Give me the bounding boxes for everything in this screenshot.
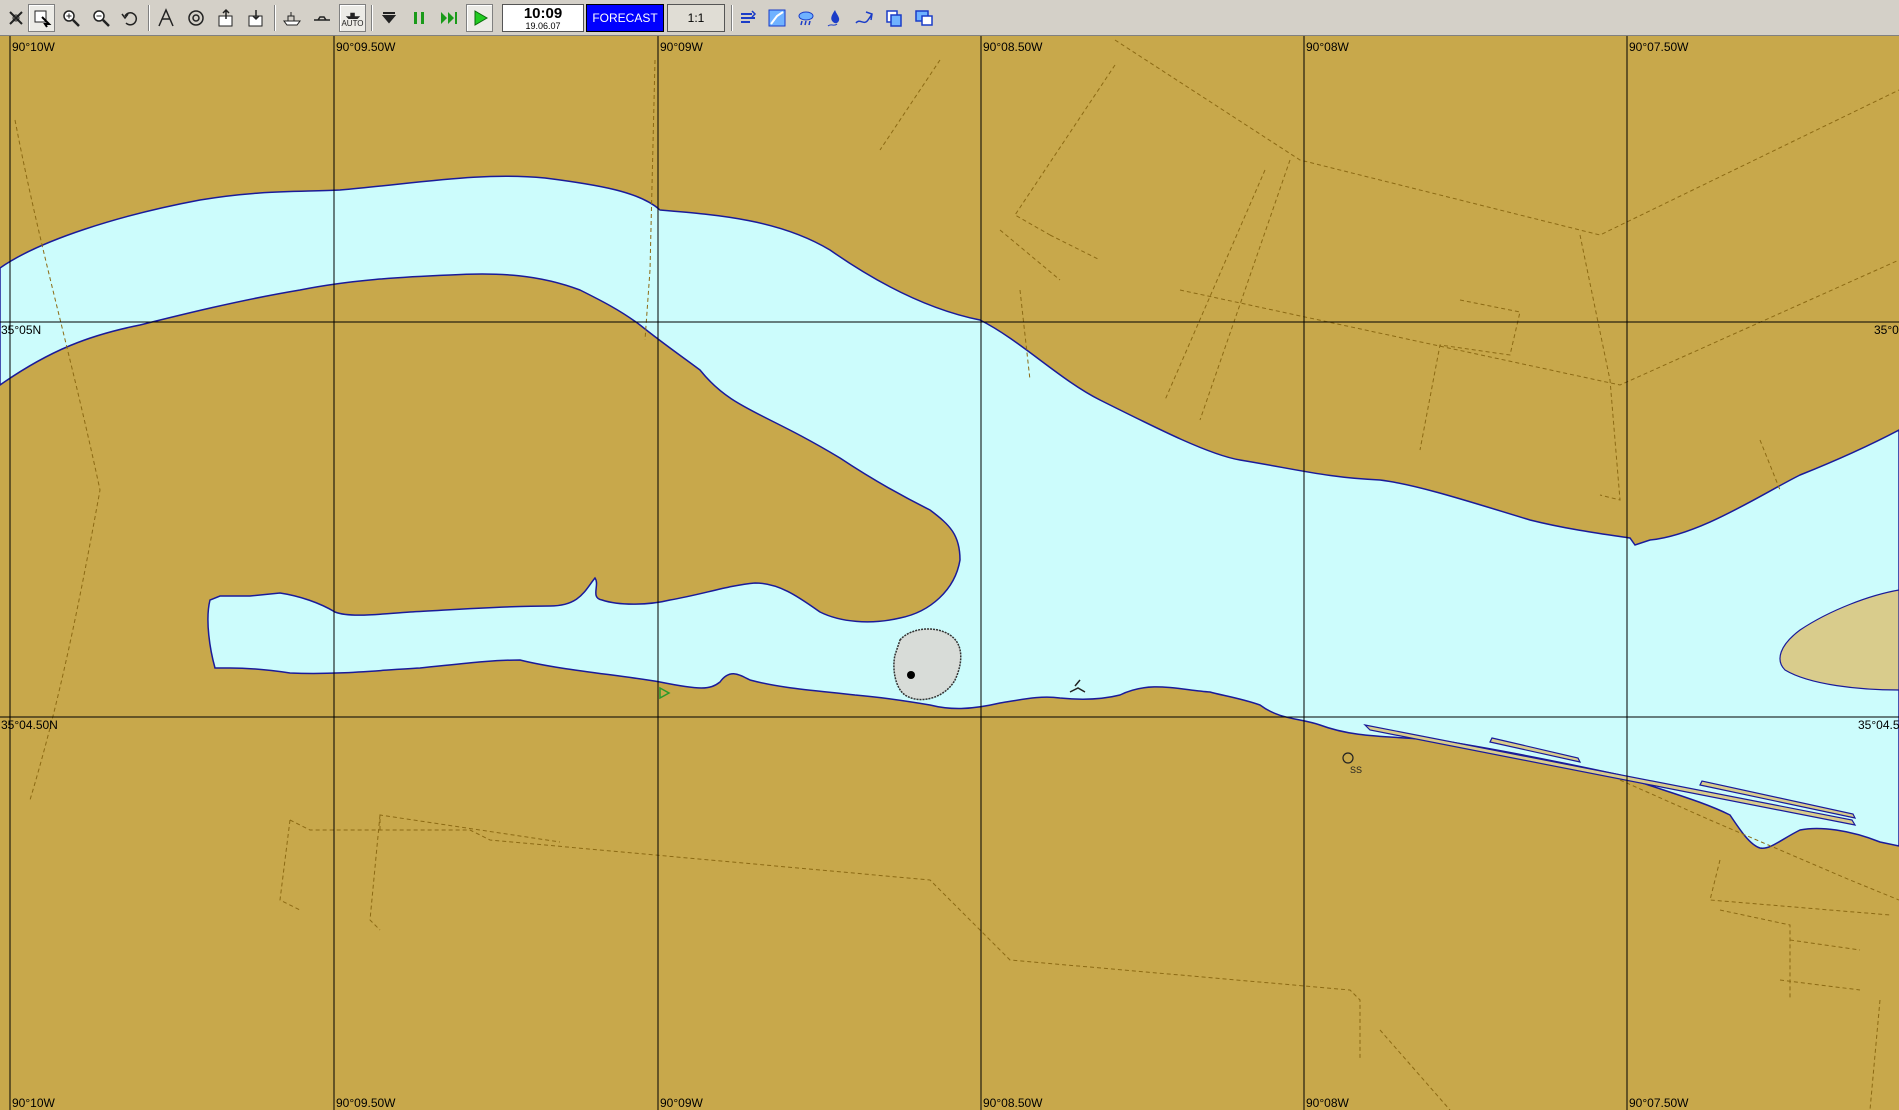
zoom-in-icon[interactable]: [57, 4, 84, 32]
longitude-label-bottom: 90°10W: [12, 1096, 55, 1110]
close-tool-icon[interactable]: [2, 4, 29, 32]
currents-icon[interactable]: [850, 4, 877, 32]
longitude-label-top: 90°07.50W: [1629, 40, 1689, 54]
latitude-label-left: 35°05N: [1, 323, 41, 337]
latitude-label-right: 35°05: [1874, 323, 1899, 337]
longitude-label-bottom: 90°08.50W: [983, 1096, 1043, 1110]
longitude-label-top: 90°08W: [1306, 40, 1349, 54]
forecast-button[interactable]: FORECAST: [586, 4, 664, 32]
auto-ship-icon[interactable]: AUTO: [339, 4, 366, 32]
fast-forward-icon[interactable]: [435, 4, 462, 32]
windows-icon[interactable]: [910, 4, 937, 32]
play-icon[interactable]: [466, 4, 493, 32]
latitude-label-left: 35°04.50N: [1, 718, 58, 732]
ship-icon[interactable]: [278, 4, 305, 32]
longitude-label-bottom: 90°08W: [1306, 1096, 1349, 1110]
time-value: 10:09: [523, 5, 563, 22]
latitude-label-right: 35°04.50: [1858, 718, 1899, 732]
weather-icon[interactable]: [792, 4, 819, 32]
export-icon[interactable]: [212, 4, 239, 32]
toolbar: AUTO 10:09 19.06.07 FORECAST 1:1: [0, 0, 1899, 36]
auto-label: AUTO: [341, 18, 364, 28]
target-icon[interactable]: [182, 4, 209, 32]
stop-icon[interactable]: [375, 4, 402, 32]
route-tool-icon[interactable]: [152, 4, 179, 32]
longitude-label-top: 90°09.50W: [336, 40, 396, 54]
longitude-label-bottom: 90°09.50W: [336, 1096, 396, 1110]
wreck-symbol: [907, 671, 915, 679]
date-value: 19.06.07: [525, 21, 561, 31]
import-icon[interactable]: [242, 4, 269, 32]
copy-icon[interactable]: [880, 4, 907, 32]
zoom-out-icon[interactable]: [87, 4, 114, 32]
time-display[interactable]: 10:09 19.06.07: [502, 4, 584, 32]
waves-icon[interactable]: [821, 4, 848, 32]
select-tool-icon[interactable]: [28, 4, 55, 32]
longitude-label-top: 90°10W: [12, 40, 55, 54]
wind-icon[interactable]: [734, 4, 761, 32]
longitude-label-bottom: 90°07.50W: [1629, 1096, 1689, 1110]
longitude-label-bottom: 90°09W: [660, 1096, 703, 1110]
nautical-chart[interactable]: SS 90°10W 90°09.50W 90°09W 90°08.50W 90°…: [0, 36, 1899, 1110]
chart-layer-icon[interactable]: [763, 4, 790, 32]
longitude-label-top: 90°09W: [660, 40, 703, 54]
vessel-icon[interactable]: [308, 4, 335, 32]
station-label: SS: [1350, 765, 1362, 775]
scale-display[interactable]: 1:1: [667, 4, 725, 32]
pause-icon[interactable]: [405, 4, 432, 32]
undo-icon[interactable]: [116, 4, 143, 32]
longitude-label-top: 90°08.50W: [983, 40, 1043, 54]
